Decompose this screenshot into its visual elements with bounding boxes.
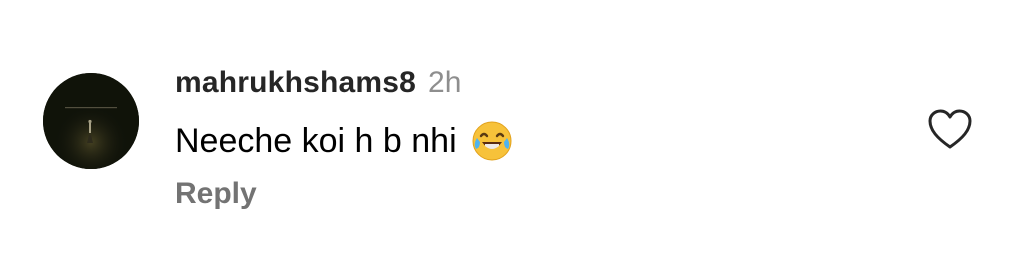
avatar-image: [43, 73, 139, 169]
comment-body: Neeche koi h b nhi: [175, 121, 457, 160]
username[interactable]: mahrukhshams8: [175, 66, 416, 100]
heart-outline-icon[interactable]: [927, 108, 973, 150]
timestamp: 2h: [428, 66, 462, 99]
comment-item: mahrukhshams8 2h Neeche koi h b nhi Repl…: [0, 0, 1024, 277]
avatar[interactable]: [43, 73, 139, 169]
comment-text: Neeche koi h b nhi: [175, 120, 513, 162]
reply-button[interactable]: Reply: [175, 177, 257, 211]
comment-meta: mahrukhshams8 2h: [175, 66, 461, 100]
face-with-tears-of-joy-icon: [471, 120, 513, 162]
